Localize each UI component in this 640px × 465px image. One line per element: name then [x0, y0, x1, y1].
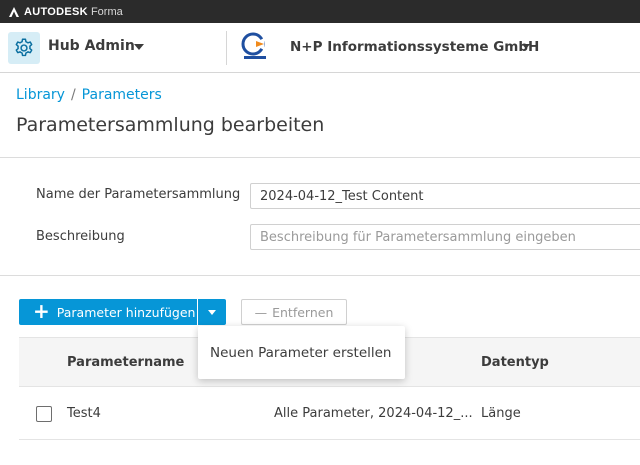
breadcrumb-library[interactable]: Library: [16, 87, 65, 103]
add-parameter-dropdown-toggle[interactable]: [198, 299, 226, 325]
cell-collection: Alle Parameter, 2024-04-12_...: [274, 406, 473, 421]
description-label: Beschreibung: [36, 229, 125, 244]
brand-name: AUTODESK: [24, 5, 88, 18]
remove-label: Entfernen: [272, 304, 334, 320]
gear-icon[interactable]: [8, 32, 40, 64]
breadcrumb-parameters[interactable]: Parameters: [82, 87, 162, 103]
autodesk-logo-icon: [9, 6, 19, 17]
remove-button[interactable]: — Entfernen: [241, 299, 347, 325]
brand-bar: AUTODESK Forma: [0, 0, 640, 23]
name-field[interactable]: 2024-04-12_Test Content: [250, 183, 640, 209]
caret-down-icon: [208, 309, 216, 315]
breadcrumb-separator: /: [70, 87, 76, 103]
divider: [0, 157, 640, 158]
add-parameter-label: Parameter hinzufügen: [56, 304, 196, 320]
nav-divider: [226, 31, 227, 65]
minus-icon: —: [254, 304, 268, 320]
top-navigation: Hub Admin N+P Informationssysteme GmbH: [0, 23, 640, 73]
add-parameter-menu: Neuen Parameter erstellen: [198, 326, 405, 379]
chevron-down-icon[interactable]: [522, 44, 530, 49]
chevron-down-icon[interactable]: [134, 44, 144, 50]
breadcrumb: Library / Parameters: [16, 87, 162, 103]
name-label: Name der Parametersammlung: [36, 187, 241, 202]
company-logo: [241, 32, 266, 59]
description-field[interactable]: Beschreibung für Parametersammlung einge…: [250, 224, 640, 250]
plus-icon: +: [33, 299, 50, 323]
cell-datentyp: Länge: [481, 406, 521, 421]
column-header-datentyp[interactable]: Datentyp: [481, 355, 549, 370]
page-title: Parametersammlung bearbeiten: [16, 114, 325, 136]
row-checkbox[interactable]: [36, 406, 52, 422]
column-header-parametername[interactable]: Parametername: [67, 355, 184, 370]
table-row[interactable]: Test4 Alle Parameter, 2024-04-12_... Län…: [19, 388, 640, 440]
hub-name[interactable]: Hub Admin: [48, 38, 135, 54]
divider: [0, 275, 640, 276]
menu-item-create-parameter[interactable]: Neuen Parameter erstellen: [210, 345, 392, 361]
company-name[interactable]: N+P Informationssysteme GmbH: [290, 39, 539, 55]
add-parameter-button[interactable]: + Parameter hinzufügen: [19, 299, 197, 325]
cell-parametername: Test4: [67, 406, 101, 421]
product-name: Forma: [90, 5, 123, 18]
